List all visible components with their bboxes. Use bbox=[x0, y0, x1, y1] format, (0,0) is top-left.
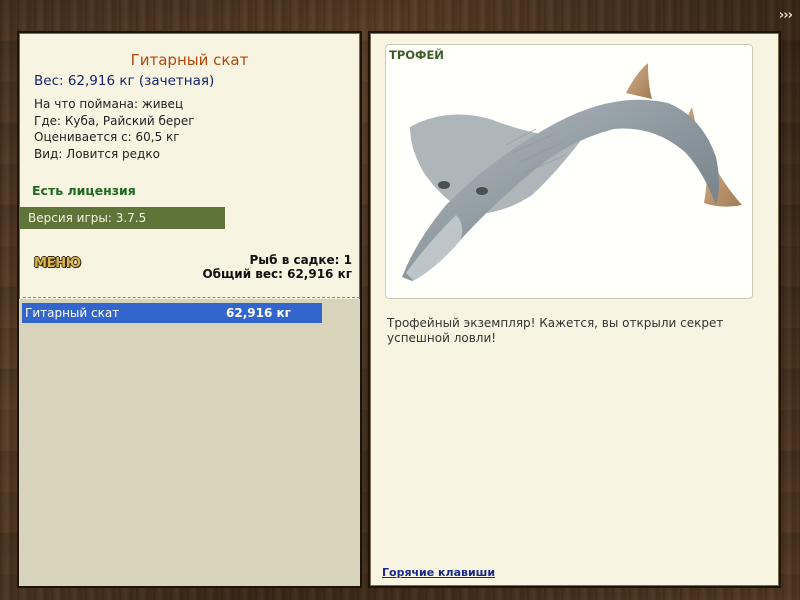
bait-info: На что поймана: живец bbox=[34, 97, 184, 111]
trophy-panel: ТРОФЕЙ Трофейный экземпляр! Кажется, вы … bbox=[368, 31, 781, 588]
keepnet-count: Рыб в садке: 1 bbox=[249, 253, 353, 267]
catch-list: Гитарный скат 62,916 кг bbox=[19, 299, 360, 586]
keepnet-stats: Рыб в садке: 1 Общий вес: 62,916 кг bbox=[202, 253, 352, 281]
hotkeys-link[interactable]: Горячие клавиши bbox=[382, 566, 495, 579]
game-version-bar: Версия игры: 3.7.5 bbox=[19, 207, 225, 229]
fish-details: На что поймана: живец Где: Куба, Райский… bbox=[34, 96, 195, 162]
rarity-info: Вид: Ловится редко bbox=[34, 146, 160, 161]
fish-info-panel: Гитарный скат Вес: 62,916 кг (зачетная) … bbox=[17, 31, 362, 588]
top-bar: ››› bbox=[0, 0, 800, 30]
trophy-message: Трофейный экземпляр! Кажется, вы открыли… bbox=[387, 316, 724, 345]
catch-item-weight: 62,916 кг bbox=[226, 306, 291, 320]
trophy-threshold-info: Оценивается с: 60,5 кг bbox=[34, 130, 180, 144]
keepnet-total-weight: Общий вес: 62,916 кг bbox=[202, 267, 352, 281]
fish-weight: Вес: 62,916 кг (зачетная) bbox=[34, 73, 215, 89]
catch-item-name: Гитарный скат bbox=[25, 306, 120, 320]
fish-name-title: Гитарный скат bbox=[130, 51, 249, 69]
license-status: Есть лицензия bbox=[32, 183, 136, 198]
trophy-label: ТРОФЕЙ bbox=[389, 48, 444, 62]
menu-button[interactable]: МЕНЮ bbox=[34, 256, 81, 271]
location-info: Где: Куба, Райский берег bbox=[34, 113, 195, 128]
catch-list-item-selected[interactable]: Гитарный скат 62,916 кг bbox=[22, 303, 322, 323]
triple-chevron-right-icon[interactable]: ››› bbox=[779, 8, 793, 23]
guitarfish-image bbox=[402, 63, 742, 282]
trophy-card: ТРОФЕЙ bbox=[385, 44, 753, 299]
